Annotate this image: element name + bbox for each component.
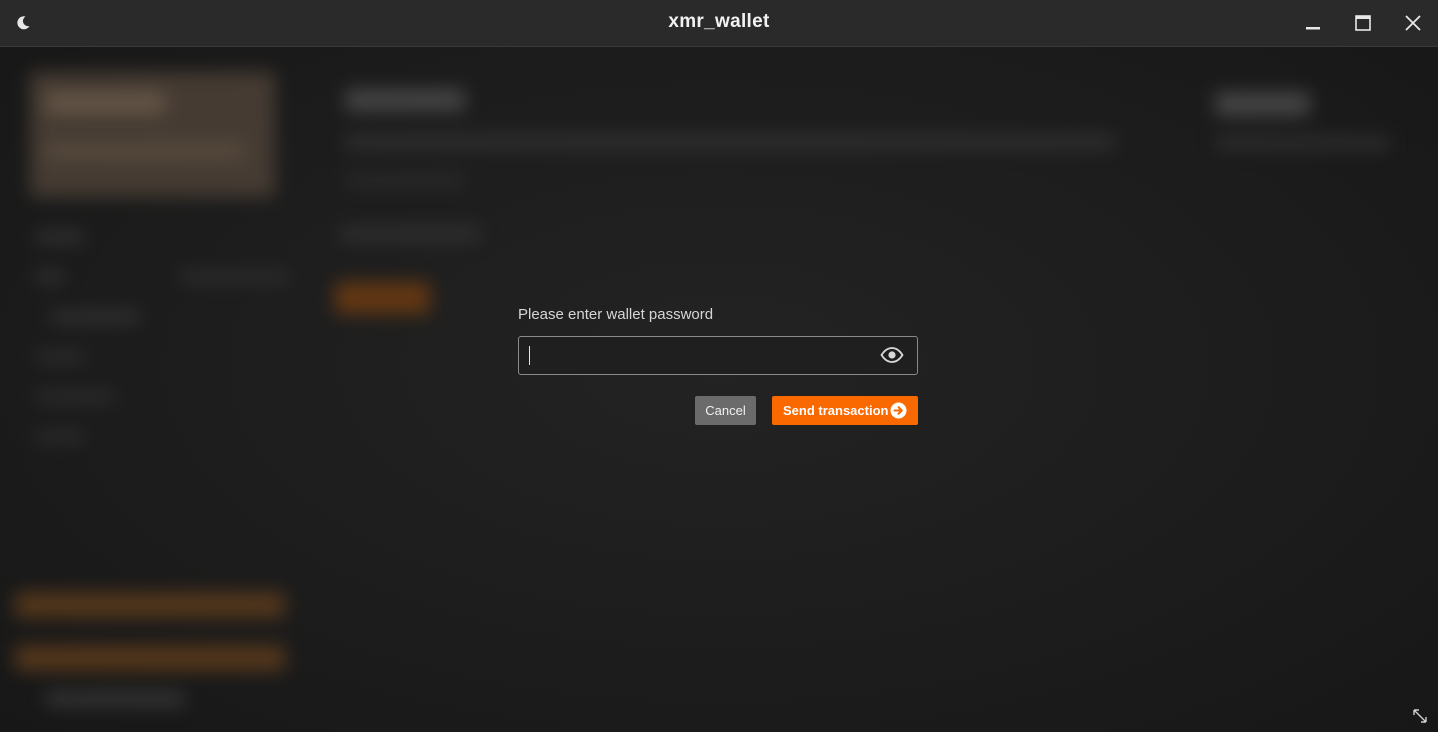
close-icon[interactable] bbox=[1400, 10, 1426, 36]
resize-grip-icon[interactable] bbox=[1412, 708, 1428, 724]
maximize-icon[interactable] bbox=[1350, 10, 1376, 36]
blurred-background bbox=[0, 47, 1438, 732]
app-window: xmr_wallet Please enter wallet password bbox=[0, 0, 1438, 732]
text-caret bbox=[529, 346, 530, 365]
arrow-right-circle-icon bbox=[890, 402, 907, 419]
password-input[interactable] bbox=[527, 337, 871, 376]
password-field[interactable] bbox=[518, 336, 918, 376]
password-prompt: Please enter wallet password bbox=[518, 306, 714, 323]
cancel-button[interactable]: Cancel bbox=[695, 396, 756, 425]
eye-icon[interactable] bbox=[879, 345, 905, 365]
minimize-icon[interactable] bbox=[1300, 10, 1326, 36]
blurred-balance-card bbox=[30, 72, 275, 197]
window-title: xmr_wallet bbox=[668, 11, 770, 32]
title-bar: xmr_wallet bbox=[0, 0, 1438, 47]
send-transaction-label: Send transaction bbox=[783, 403, 889, 418]
send-transaction-button[interactable]: Send transaction bbox=[772, 396, 918, 425]
